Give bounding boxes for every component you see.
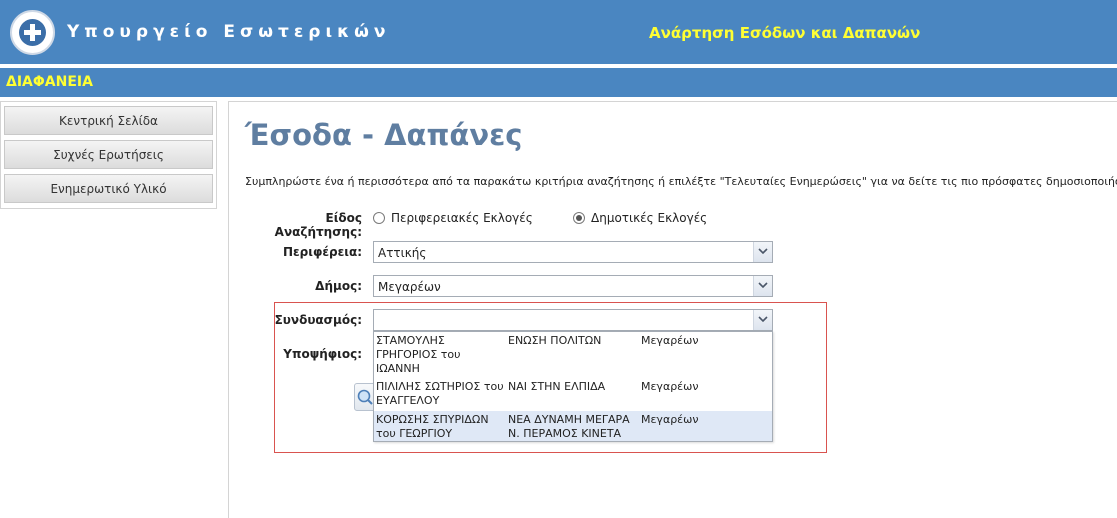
list-item-party: ΝΕΑ ΔΥΝΑΜΗ ΜΕΓΑΡΑ Ν. ΠΕΡΑΜΟΣ ΚΙΝΕΤΑ xyxy=(508,413,630,440)
list-item-candidate: ΠΙΛΙΛΗΣ ΣΩΤΗΡΙΟΣ του ΕΥΑΓΓΕΛΟΥ xyxy=(376,380,504,407)
section-bar: ΔΙΑΦΑΝΕΙΑ xyxy=(0,68,1117,97)
radio-regional-elections-label: Περιφερειακές Εκλογές xyxy=(391,211,533,225)
region-select-value: Αττικής xyxy=(378,246,427,260)
region-label: Περιφέρεια: xyxy=(282,245,362,259)
chevron-down-icon[interactable] xyxy=(753,242,772,262)
radio-municipal-elections[interactable] xyxy=(573,212,585,224)
sidebar: Κεντρική Σελίδα Συχνές Ερωτήσεις Ενημερω… xyxy=(0,101,217,209)
list-item-hovered[interactable]: ΚΟΡΩΣΗΣ ΣΠΥΡΙΔΩΝ του ΓΕΩΡΓΙΟΥ ΝΕΑ ΔΥΝΑΜΗ… xyxy=(374,411,772,441)
list-item-candidate: ΚΟΡΩΣΗΣ ΣΠΥΡΙΔΩΝ του ΓΕΩΡΓΙΟΥ xyxy=(376,413,489,440)
sidebar-item-info-material[interactable]: Ενημερωτικό Υλικό xyxy=(4,174,213,203)
coalition-dropdown-list: ΣΤΑΜΟΥΛΗΣ ΓΡΗΓΟΡΙΟΣ του ΙΩΑΝΝΗ ΕΝΩΣΗ ΠΟΛ… xyxy=(373,331,773,442)
candidate-label: Υποψήφιος: xyxy=(283,347,362,361)
municipality-label: Δήμος: xyxy=(315,279,362,293)
radio-regional-elections[interactable] xyxy=(373,212,385,224)
coalition-select[interactable] xyxy=(373,309,773,331)
search-type-label: Είδος Αναζήτησης: xyxy=(274,211,362,239)
page-title: Έσοδα - Δαπάνες xyxy=(245,118,523,152)
chevron-down-icon[interactable] xyxy=(753,276,772,296)
region-select[interactable]: Αττικής xyxy=(373,241,773,263)
site-tagline: Ανάρτηση Εσόδων και Δαπανών xyxy=(649,24,921,42)
list-item[interactable]: ΠΙΛΙΛΗΣ ΣΩΤΗΡΙΟΣ του ΕΥΑΓΓΕΛΟΥ ΝΑΙ ΣΤΗΝ … xyxy=(374,378,772,411)
list-item-candidate: ΣΤΑΜΟΥΛΗΣ ΓΡΗΓΟΡΙΟΣ του ΙΩΑΝΝΗ xyxy=(376,334,461,375)
coalition-label: Συνδυασμός: xyxy=(274,313,362,327)
list-item[interactable]: ΣΤΑΜΟΥΛΗΣ ΓΡΗΓΟΡΙΟΣ του ΙΩΑΝΝΗ ΕΝΩΣΗ ΠΟΛ… xyxy=(374,332,772,378)
radio-municipal-elections-label: Δημοτικές Εκλογές xyxy=(591,211,708,225)
chevron-down-icon[interactable] xyxy=(753,310,772,330)
municipality-select-value: Μεγαρέων xyxy=(378,280,441,294)
municipality-select[interactable]: Μεγαρέων xyxy=(373,275,773,297)
list-item-party: ΕΝΩΣΗ ΠΟΛΙΤΩΝ xyxy=(508,334,602,347)
sidebar-item-home[interactable]: Κεντρική Σελίδα xyxy=(4,106,213,135)
intro-text: Συμπληρώστε ένα ή περισσότερα από τα παρ… xyxy=(245,175,1117,188)
sidebar-item-faq[interactable]: Συχνές Ερωτήσεις xyxy=(4,140,213,169)
list-item-party: ΝΑΙ ΣΤΗΝ ΕΛΠΙΔΑ xyxy=(508,380,606,393)
seal-icon xyxy=(10,10,55,55)
search-icon xyxy=(357,389,373,405)
top-header: Υπουργείο Εσωτερικών Ανάρτηση Εσόδων και… xyxy=(0,0,1117,64)
section-label: ΔΙΑΦΑΝΕΙΑ xyxy=(6,74,93,90)
list-item-municipality: Μεγαρέων xyxy=(641,413,699,426)
list-item-municipality: Μεγαρέων xyxy=(641,334,699,347)
ministry-title: Υπουργείο Εσωτερικών xyxy=(67,22,391,42)
list-item-municipality: Μεγαρέων xyxy=(641,380,699,393)
